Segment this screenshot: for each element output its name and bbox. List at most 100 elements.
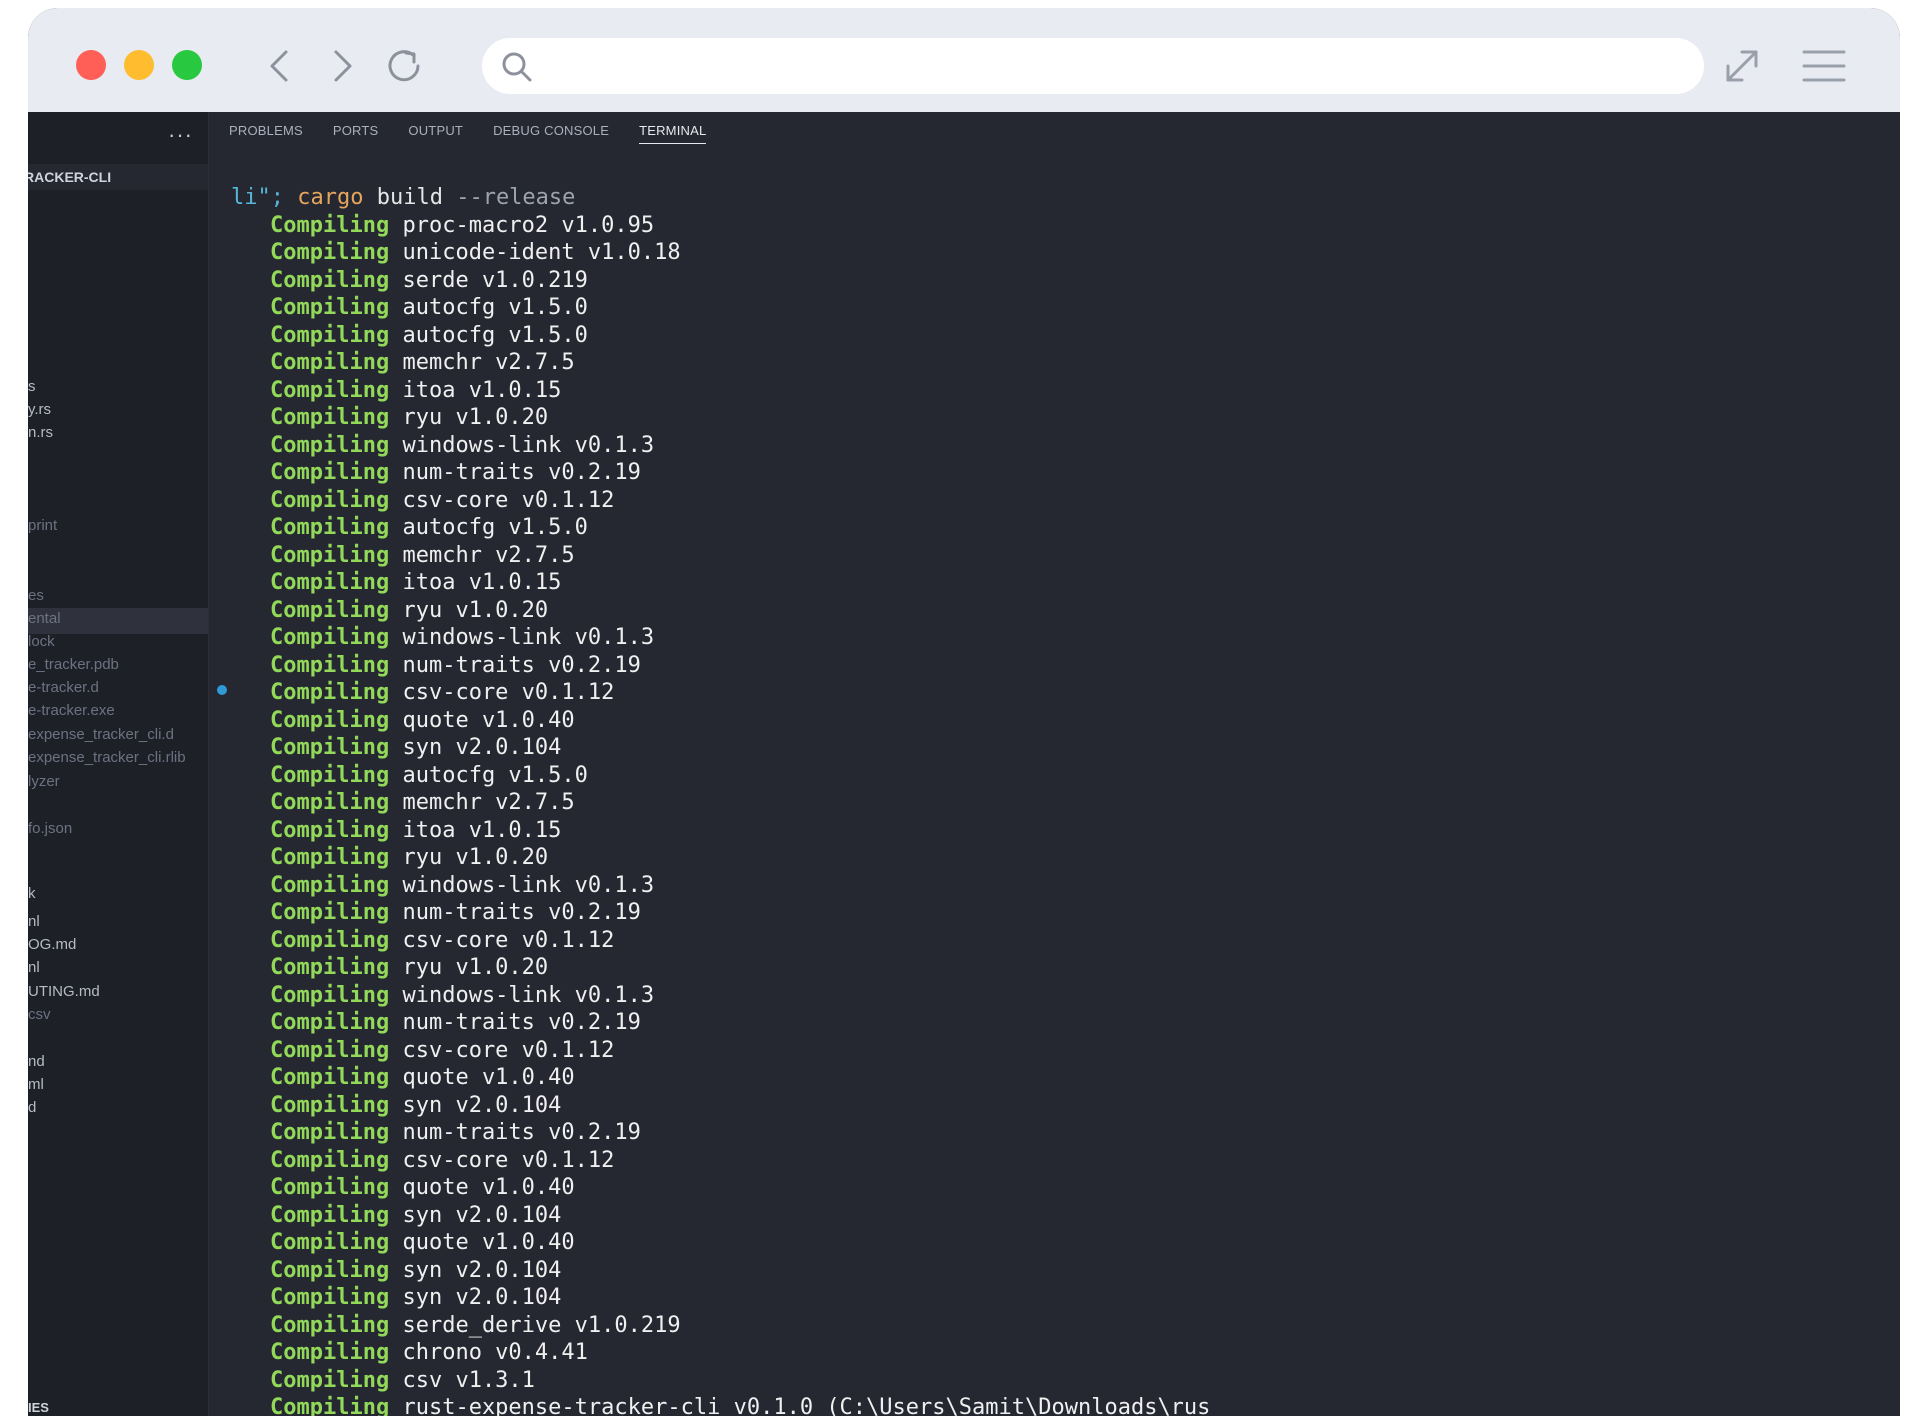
command-subcommand: build: [376, 185, 443, 210]
sidebar-file-item[interactable]: lyzer: [28, 770, 60, 794]
terminal-compile-line: Compiling windows-link v0.1.3: [231, 432, 1900, 460]
tab-terminal[interactable]: TERMINAL: [639, 123, 707, 144]
crate-name: unicode-ident v1.0.18: [402, 240, 681, 265]
expand-icon[interactable]: [1718, 42, 1766, 90]
terminal-output[interactable]: li"; cargo build --release Compiling pro…: [231, 184, 1900, 1416]
explorer-section-footer[interactable]: IES: [28, 1400, 49, 1415]
crate-name: csv-core v0.1.12: [402, 1037, 615, 1063]
compile-verb: Compiling: [270, 295, 390, 320]
maximize-window-button[interactable]: [172, 50, 202, 80]
sidebar-file-item[interactable]: expense_tracker_cli.d: [28, 723, 174, 747]
tab-problems[interactable]: PROBLEMS: [229, 123, 303, 143]
terminal-compile-line: Compiling syn v2.0.104: [231, 1257, 1900, 1285]
browser-window: ··· RACKER-CLI s y.rs n.rs print es ental lock…: [28, 8, 1900, 1416]
crate-name: memchr v2.7.5: [402, 542, 575, 568]
terminal-compile-line: Compiling csv-core v0.1.12: [231, 927, 1900, 955]
sidebar-file-item[interactable]: print: [28, 514, 57, 538]
terminal-compile-line: Compiling itoa v1.0.15: [231, 377, 1900, 405]
crate-name: serde_derive v1.0.219: [402, 1312, 681, 1338]
tab-ports[interactable]: PORTS: [333, 123, 379, 143]
crate-name: windows-link v0.1.3: [402, 625, 655, 650]
crate-name: itoa v1.0.15: [402, 570, 562, 595]
crate-name: num-traits v0.2.19: [402, 460, 641, 485]
explorer-more-actions-button[interactable]: ···: [168, 122, 193, 148]
sidebar-file-item[interactable]: e-tracker.exe: [28, 699, 115, 723]
sidebar-file-item[interactable]: lock: [28, 630, 55, 654]
terminal-compile-line: Compiling windows-link v0.1.3: [231, 624, 1900, 652]
crate-name: autocfg v1.5.0: [402, 322, 588, 348]
bottom-panel: PROBLEMS PORTS OUTPUT DEBUG CONSOLE TERMINAL…: [209, 112, 1900, 1416]
sidebar-file-item[interactable]: nl: [28, 956, 40, 980]
sidebar-file-item[interactable]: e_tracker.pdb: [28, 653, 119, 677]
compile-verb: Compiling: [270, 707, 390, 733]
compile-verb: Compiling: [270, 322, 390, 348]
sidebar-file-item[interactable]: csv: [28, 1003, 51, 1027]
compile-verb: Compiling: [270, 735, 390, 760]
compile-verb: Compiling: [270, 927, 390, 953]
terminal-compile-line: Compiling csv-core v0.1.12: [231, 1037, 1900, 1065]
crate-name: autocfg v1.5.0: [402, 295, 588, 320]
explorer-folder-title[interactable]: RACKER-CLI: [28, 164, 208, 190]
close-window-button[interactable]: [76, 50, 106, 80]
terminal-compile-line: Compiling serde v1.0.219: [231, 267, 1900, 295]
minimize-window-button[interactable]: [124, 50, 154, 80]
reload-icon[interactable]: [382, 44, 426, 88]
sidebar-file-item[interactable]: nd: [28, 1050, 45, 1074]
sidebar-file-item[interactable]: ml: [28, 1073, 44, 1097]
tab-output[interactable]: OUTPUT: [408, 123, 463, 143]
compile-verb: Compiling: [270, 790, 390, 815]
sidebar-file-item[interactable]: e-tracker.d: [28, 676, 99, 700]
crate-name: ryu v1.0.20: [402, 405, 549, 430]
compile-verb: Compiling: [270, 350, 390, 375]
sidebar-file-item[interactable]: ental: [28, 607, 61, 631]
terminal-marker-dot: [217, 685, 227, 695]
crate-name: quote v1.0.40: [402, 1230, 575, 1255]
crate-name: csv-core v0.1.12: [402, 1147, 615, 1173]
terminal-compile-line: Compiling autocfg v1.5.0: [231, 514, 1900, 542]
compile-verb: Compiling: [270, 1367, 390, 1393]
sidebar-file-item[interactable]: d: [28, 1096, 36, 1120]
compile-verb: Compiling: [270, 432, 390, 458]
sidebar-file-item[interactable]: k: [28, 882, 36, 906]
address-input[interactable]: [552, 38, 1686, 96]
terminal-compile-line: Compiling num-traits v0.2.19: [231, 1009, 1900, 1037]
terminal-compile-line: Compiling num-traits v0.2.19: [231, 459, 1900, 487]
crate-name: serde v1.0.219: [402, 267, 588, 293]
terminal-compile-line: Compiling memchr v2.7.5: [231, 542, 1900, 570]
terminal-compile-line: Compiling autocfg v1.5.0: [231, 294, 1900, 322]
sidebar-file-item[interactable]: expense_tracker_cli.rlib: [28, 746, 186, 770]
forward-arrow-icon[interactable]: [320, 44, 364, 88]
sidebar-file-item[interactable]: fo.json: [28, 817, 72, 841]
crate-name: itoa v1.0.15: [402, 817, 562, 843]
compile-verb: Compiling: [270, 1092, 390, 1118]
sidebar-file-item[interactable]: n.rs: [28, 421, 53, 445]
crate-name: ryu v1.0.20: [402, 845, 549, 870]
compile-verb: Compiling: [270, 955, 390, 980]
crate-name: csv-core v0.1.12: [402, 680, 615, 705]
sidebar-file-item[interactable]: UTING.md: [28, 980, 100, 1004]
compile-verb: Compiling: [270, 1010, 390, 1035]
back-arrow-icon[interactable]: [258, 44, 302, 88]
terminal-compile-line: Compiling syn v2.0.104: [231, 1092, 1900, 1120]
terminal-compile-line: Compiling ryu v1.0.20: [231, 404, 1900, 432]
sidebar-file-item[interactable]: s: [28, 375, 36, 399]
compile-verb: Compiling: [270, 377, 390, 403]
crate-name: csv v1.3.1: [402, 1367, 535, 1393]
hamburger-menu-icon[interactable]: [1800, 44, 1848, 88]
sidebar-file-item[interactable]: nl: [28, 910, 40, 934]
tab-debug-console[interactable]: DEBUG CONSOLE: [493, 123, 609, 143]
compile-verb: Compiling: [270, 515, 390, 540]
sidebar-file-item[interactable]: y.rs: [28, 398, 51, 422]
compile-verb: Compiling: [270, 1065, 390, 1090]
crate-name: syn v2.0.104: [402, 1202, 562, 1228]
crate-name: memchr v2.7.5: [402, 790, 575, 815]
crate-name: quote v1.0.40: [402, 707, 575, 733]
address-bar[interactable]: [482, 38, 1704, 96]
terminal-compile-line: Compiling proc-macro2 v1.0.95: [231, 212, 1900, 240]
terminal-compile-line: Compiling csv-core v0.1.12: [231, 1147, 1900, 1175]
compile-verb: Compiling: [270, 1202, 390, 1228]
terminal-compile-line: Compiling num-traits v0.2.19: [231, 1119, 1900, 1147]
sidebar-file-item[interactable]: OG.md: [28, 933, 76, 957]
sidebar-file-item[interactable]: es: [28, 584, 44, 608]
command-prefix: li";: [231, 185, 284, 210]
